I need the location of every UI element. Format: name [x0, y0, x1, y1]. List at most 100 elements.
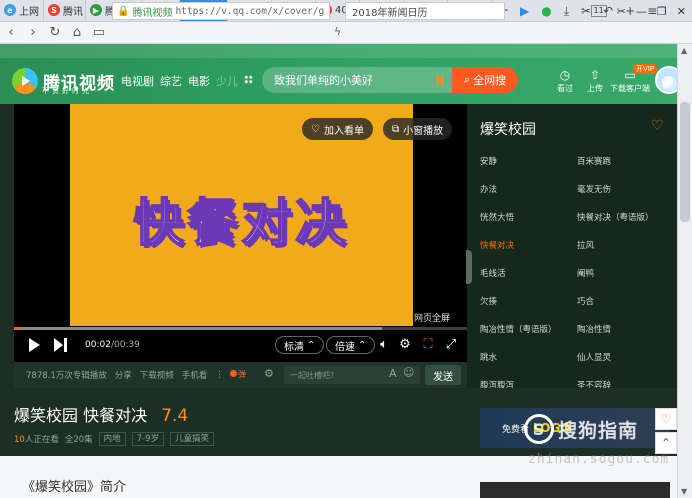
- episode-item[interactable]: 仙人显灵: [577, 350, 670, 366]
- hot-bars-icon: [436, 75, 444, 85]
- cut-icon[interactable]: ✂: [581, 4, 591, 18]
- quality-select[interactable]: 标清 ⌃: [275, 336, 325, 354]
- site-search-button-label: 全网搜: [473, 74, 507, 87]
- nav-item[interactable]: 少儿: [216, 73, 238, 89]
- tag-age[interactable]: 7-9岁: [131, 432, 165, 446]
- tab-label: 腾讯: [63, 6, 83, 18]
- add-icon[interactable]: +: [625, 4, 635, 18]
- danmu-settings-icon[interactable]: ⚙: [264, 367, 274, 380]
- episode-item[interactable]: 陶冶性情: [577, 322, 670, 338]
- browser-tab[interactable]: e 上网: [0, 0, 44, 21]
- more-icon[interactable]: ⋮: [215, 370, 224, 380]
- share-link[interactable]: 分享: [115, 369, 132, 381]
- progress-bar[interactable]: [14, 327, 467, 330]
- vip-badge[interactable]: 开VIP: [633, 64, 658, 74]
- browser-search-value[interactable]: 2018年新闻日历: [352, 4, 427, 19]
- episode-item[interactable]: 百米赛跑: [577, 154, 670, 170]
- show-title-row: 爆笑校园 快餐对决 7.4: [14, 402, 188, 426]
- speed-select[interactable]: 倍速 ⌃: [326, 336, 376, 354]
- episode-item[interactable]: 安静: [480, 154, 577, 170]
- mobile-watch-link[interactable]: 手机看: [182, 369, 208, 381]
- tag-genre[interactable]: 儿童搞笑: [170, 432, 215, 446]
- nav-item[interactable]: 电影: [188, 73, 210, 89]
- download-video-link[interactable]: 下载视频: [140, 369, 174, 381]
- reader-icon[interactable]: ▭: [88, 25, 110, 40]
- favorite-heart-icon[interactable]: ♡: [651, 118, 664, 134]
- address-url[interactable]: https://v.qq.com/x/cover/g: [175, 6, 324, 17]
- add-to-list-label: 加入看单: [323, 125, 364, 137]
- address-bar[interactable]: 🔒 腾讯视频 https://v.qq.com/x/cover/g: [112, 2, 330, 20]
- next-episode-icon[interactable]: [54, 338, 68, 352]
- history-label: 看过: [557, 84, 573, 93]
- play-icon[interactable]: [29, 338, 40, 352]
- scroll-up-icon[interactable]: ▲: [681, 46, 687, 55]
- maximize-icon[interactable]: ❐: [657, 5, 667, 18]
- font-style-icon[interactable]: A: [389, 367, 397, 380]
- lightning-icon[interactable]: ϟ: [334, 25, 341, 38]
- browser-tab[interactable]: S 腾讯: [44, 0, 86, 21]
- web-fullscreen-link[interactable]: 网页全屏: [414, 311, 450, 324]
- mini-player-button[interactable]: ⧉ 小窗播放: [383, 118, 453, 140]
- download-icon[interactable]: ⤓: [564, 4, 569, 19]
- emoji-icon[interactable]: ☺: [403, 366, 414, 379]
- logo-slogan: 不负好时光: [42, 87, 92, 95]
- thumbnail-row[interactable]: [480, 482, 670, 498]
- episode-item[interactable]: 办法: [480, 182, 577, 198]
- scroll-down-icon[interactable]: ▼: [681, 487, 687, 496]
- volume-icon[interactable]: 🔈︎: [376, 337, 392, 353]
- episode-item[interactable]: 快餐对决: [480, 238, 577, 254]
- settings-icon[interactable]: ⚙: [397, 337, 413, 353]
- send-danmu-button[interactable]: 发送: [425, 365, 461, 385]
- feedback-heart-icon[interactable]: ♡: [655, 408, 677, 430]
- nav-item[interactable]: 综艺: [160, 73, 182, 89]
- episode-item[interactable]: 恍然大悟: [480, 210, 577, 226]
- add-to-list-button[interactable]: ♡ 加入看单: [302, 118, 373, 140]
- page-scrollbar[interactable]: ▲ ▼: [677, 44, 692, 498]
- episode-item[interactable]: 快餐对决（粤语版）: [577, 210, 670, 226]
- history-button[interactable]: ◷ 看过: [557, 68, 573, 94]
- home-icon[interactable]: ⌂: [66, 25, 88, 40]
- clock-icon: ◷: [559, 68, 571, 82]
- episode-item[interactable]: 巧合: [577, 294, 670, 310]
- web-fullscreen-icon[interactable]: ⛶: [420, 337, 436, 353]
- playlist-title: 爆笑校园: [480, 122, 536, 138]
- grid-menu-icon[interactable]: [244, 75, 253, 84]
- scrollbar-thumb[interactable]: [680, 102, 690, 222]
- menu-icon[interactable]: ≡: [647, 4, 657, 18]
- play-count: 7878.1万次专辑播放: [26, 371, 107, 381]
- tag-region[interactable]: 内地: [98, 432, 126, 446]
- panel-collapse-handle[interactable]: [466, 250, 472, 284]
- episode-item[interactable]: 阉鸭: [577, 266, 670, 282]
- site-search-input[interactable]: 致我们单纯的小美好: [262, 67, 452, 93]
- episodes-total: 全20集: [64, 435, 93, 445]
- danmu-toggle[interactable]: [230, 370, 237, 377]
- danmu-label[interactable]: 弹: [238, 369, 246, 380]
- episode-item[interactable]: 陶冶性情（粤语版）: [480, 322, 577, 338]
- fullscreen-icon[interactable]: ⤢: [443, 337, 459, 353]
- nav-item[interactable]: 电视剧: [121, 73, 154, 89]
- episode-item[interactable]: 欠揍: [480, 294, 577, 310]
- danmu-input[interactable]: 一起吐槽吧?: [284, 366, 420, 384]
- browser-search-box[interactable]: 2018年新闻日历: [345, 2, 505, 20]
- episode-item[interactable]: 跳水: [480, 350, 577, 366]
- back-to-top-icon[interactable]: ⌃: [655, 432, 677, 454]
- site-search-button[interactable]: ⌕ 全网搜: [452, 67, 518, 93]
- refresh-icon[interactable]: ↻: [44, 25, 66, 40]
- heart-plus-icon: ♡: [311, 123, 320, 135]
- undo-icon[interactable]: ↶: [603, 4, 613, 18]
- chat-icon[interactable]: ●: [541, 4, 551, 18]
- site-search-placeholder: 致我们单纯的小美好: [274, 74, 373, 87]
- close-window-icon[interactable]: ✕: [677, 5, 686, 18]
- viewers-count: 10: [14, 435, 25, 445]
- upload-button[interactable]: ⇧ 上传: [587, 68, 603, 94]
- back-icon[interactable]: ‹: [0, 25, 22, 40]
- tab-favicon-icon: ▶: [90, 4, 102, 16]
- play-icon[interactable]: ▶: [520, 4, 529, 18]
- main-nav: 电视剧 综艺 电影 少儿: [121, 73, 253, 89]
- lock-icon: 🔒: [117, 5, 130, 17]
- speed-label: 倍速: [335, 341, 355, 353]
- episode-item[interactable]: 毫发无伤: [577, 182, 670, 198]
- episode-item[interactable]: 毛线活: [480, 266, 577, 282]
- episode-item[interactable]: 拉风: [577, 238, 670, 254]
- forward-icon[interactable]: ›: [22, 25, 44, 40]
